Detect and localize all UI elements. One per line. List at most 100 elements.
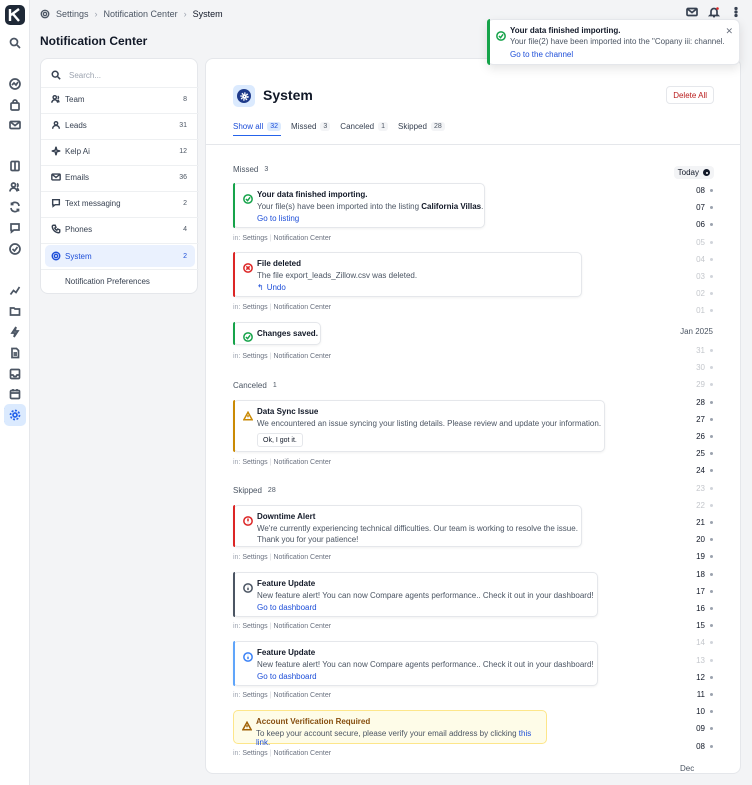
book-icon[interactable] xyxy=(8,159,22,173)
sync-icon[interactable] xyxy=(8,200,22,214)
go-to-dashboard-link[interactable]: Go to dashboard xyxy=(257,672,317,681)
breadcrumb-settings[interactable]: Settings xyxy=(56,9,89,19)
tab-canceled[interactable]: Canceled 1 xyxy=(340,122,389,136)
chart-icon[interactable] xyxy=(8,283,22,297)
tab-show-all[interactable]: Show all 32 xyxy=(233,122,282,136)
sidebar-item-text-messaging[interactable]: Text messaging 2 xyxy=(45,192,195,214)
chat-icon[interactable] xyxy=(8,221,22,235)
timeline-day[interactable]: 02 xyxy=(696,289,713,298)
settings-gear-icon[interactable] xyxy=(4,404,26,426)
today-marker[interactable]: Today xyxy=(673,166,714,179)
timeline-day[interactable]: 28 xyxy=(696,398,713,407)
more-vertical-icon[interactable] xyxy=(730,6,742,18)
notification-card[interactable]: Downtime Alert We're currently experienc… xyxy=(233,505,582,547)
undo-link[interactable]: ↰ Undo xyxy=(257,283,286,292)
bag-icon[interactable] xyxy=(8,98,22,112)
timeline-day[interactable]: 08 xyxy=(696,742,713,751)
go-to-channel-link[interactable]: Go to the channel xyxy=(510,50,573,59)
timeline-day[interactable]: 01 xyxy=(696,306,713,315)
meta-notification-center-link[interactable]: Notification Center xyxy=(273,623,331,630)
notification-card[interactable]: Changes saved. xyxy=(233,322,321,345)
meta-notification-center-link[interactable]: Notification Center xyxy=(273,554,331,561)
sidebar-item-leads[interactable]: Leads 31 xyxy=(45,114,195,136)
timeline-day[interactable]: 30 xyxy=(696,363,713,372)
breadcrumb-notification-center[interactable]: Notification Center xyxy=(104,9,178,19)
notification-card[interactable]: Your data finished importing. Your file(… xyxy=(233,183,485,228)
timeline-day[interactable]: 27 xyxy=(696,415,713,424)
close-icon[interactable]: ✕ xyxy=(725,26,733,37)
meta-settings-link[interactable]: Settings xyxy=(242,304,267,311)
notification-card[interactable]: Feature Update New feature alert! You ca… xyxy=(233,641,598,686)
mail-notification-icon[interactable] xyxy=(686,6,698,18)
tab-skipped[interactable]: Skipped 28 xyxy=(398,122,445,136)
folder-icon[interactable] xyxy=(8,304,22,318)
timeline-day[interactable]: 26 xyxy=(696,432,713,441)
app-logo[interactable] xyxy=(5,5,25,25)
timeline-day[interactable]: 08 xyxy=(696,186,713,195)
inbox-icon[interactable] xyxy=(8,367,22,381)
timeline-day[interactable]: 21 xyxy=(696,518,713,527)
timeline-day[interactable]: 15 xyxy=(696,621,713,630)
timeline-day[interactable]: 16 xyxy=(696,604,713,613)
timeline-day[interactable]: 13 xyxy=(696,656,713,665)
meta-notification-center-link[interactable]: Notification Center xyxy=(273,353,331,360)
sidebar-item-phones[interactable]: Phones 4 xyxy=(45,218,195,240)
bell-icon[interactable] xyxy=(708,6,720,18)
tab-missed[interactable]: Missed 3 xyxy=(291,122,331,136)
meta-notification-center-link[interactable]: Notification Center xyxy=(273,235,331,242)
timeline-day[interactable]: 06 xyxy=(696,220,713,229)
timeline-day[interactable]: 14 xyxy=(696,638,713,647)
go-to-dashboard-link[interactable]: Go to dashboard xyxy=(257,603,317,612)
meta-notification-center-link[interactable]: Notification Center xyxy=(273,304,331,311)
timeline-day[interactable]: 25 xyxy=(696,449,713,458)
timeline-day[interactable]: 12 xyxy=(696,673,713,682)
search-input[interactable]: Search... xyxy=(51,68,101,82)
sidebar-item-label: Phones xyxy=(65,224,93,234)
ok-got-it-button[interactable]: Ok, I got it. xyxy=(257,433,303,447)
search-icon[interactable] xyxy=(8,36,22,50)
notification-card[interactable]: Data Sync Issue We encountered an issue … xyxy=(233,400,605,452)
calendar-check-icon[interactable] xyxy=(8,387,22,401)
timeline-day[interactable]: 18 xyxy=(696,570,713,579)
timeline-day[interactable]: 22 xyxy=(696,501,713,510)
sidebar-item-system[interactable]: System 2 xyxy=(45,245,195,267)
meta-settings-link[interactable]: Settings xyxy=(242,692,267,699)
timeline-day[interactable]: 10 xyxy=(696,707,713,716)
users-icon[interactable] xyxy=(8,180,22,194)
meta-settings-link[interactable]: Settings xyxy=(242,750,267,757)
meta-notification-center-link[interactable]: Notification Center xyxy=(273,692,331,699)
timeline-day[interactable]: 23 xyxy=(696,484,713,493)
timeline-day[interactable]: 17 xyxy=(696,587,713,596)
timeline-day[interactable]: 29 xyxy=(696,380,713,389)
mail-icon[interactable] xyxy=(8,118,22,132)
timeline-day[interactable]: 19 xyxy=(696,552,713,561)
timeline-day[interactable]: 09 xyxy=(696,724,713,733)
check-circle-icon[interactable] xyxy=(8,242,22,256)
dashboard-icon[interactable] xyxy=(8,77,22,91)
meta-notification-center-link[interactable]: Notification Center xyxy=(273,750,331,757)
timeline-day[interactable]: 20 xyxy=(696,535,713,544)
timeline-day[interactable]: 03 xyxy=(696,272,713,281)
timeline-day[interactable]: 05 xyxy=(696,238,713,247)
notification-card[interactable]: Feature Update New feature alert! You ca… xyxy=(233,572,598,617)
meta-settings-link[interactable]: Settings xyxy=(242,459,267,466)
bolt-icon[interactable] xyxy=(8,325,22,339)
timeline-day[interactable]: 04 xyxy=(696,255,713,264)
timeline-day[interactable]: 31 xyxy=(696,346,713,355)
go-to-listing-link[interactable]: Go to listing xyxy=(257,214,299,223)
meta-settings-link[interactable]: Settings xyxy=(242,235,267,242)
sidebar-item-emails[interactable]: Emails 36 xyxy=(45,166,195,188)
meta-settings-link[interactable]: Settings xyxy=(242,554,267,561)
timeline-day[interactable]: 11 xyxy=(697,690,713,699)
sidebar-item-notification-preferences[interactable]: Notification Preferences xyxy=(45,270,195,292)
meta-settings-link[interactable]: Settings xyxy=(242,353,267,360)
sidebar-item-kelp-ai[interactable]: Kelp Ai 12 xyxy=(45,140,195,162)
meta-notification-center-link[interactable]: Notification Center xyxy=(273,459,331,466)
meta-settings-link[interactable]: Settings xyxy=(242,623,267,630)
timeline-day[interactable]: 24 xyxy=(696,466,713,475)
document-icon[interactable] xyxy=(8,346,22,360)
timeline-day[interactable]: 07 xyxy=(696,203,713,212)
notification-card[interactable]: File deleted The file export_leads_Zillo… xyxy=(233,252,582,297)
sidebar-item-team[interactable]: Team 8 xyxy=(45,88,195,110)
card-body-line: Thank you for your patience! xyxy=(257,535,359,544)
